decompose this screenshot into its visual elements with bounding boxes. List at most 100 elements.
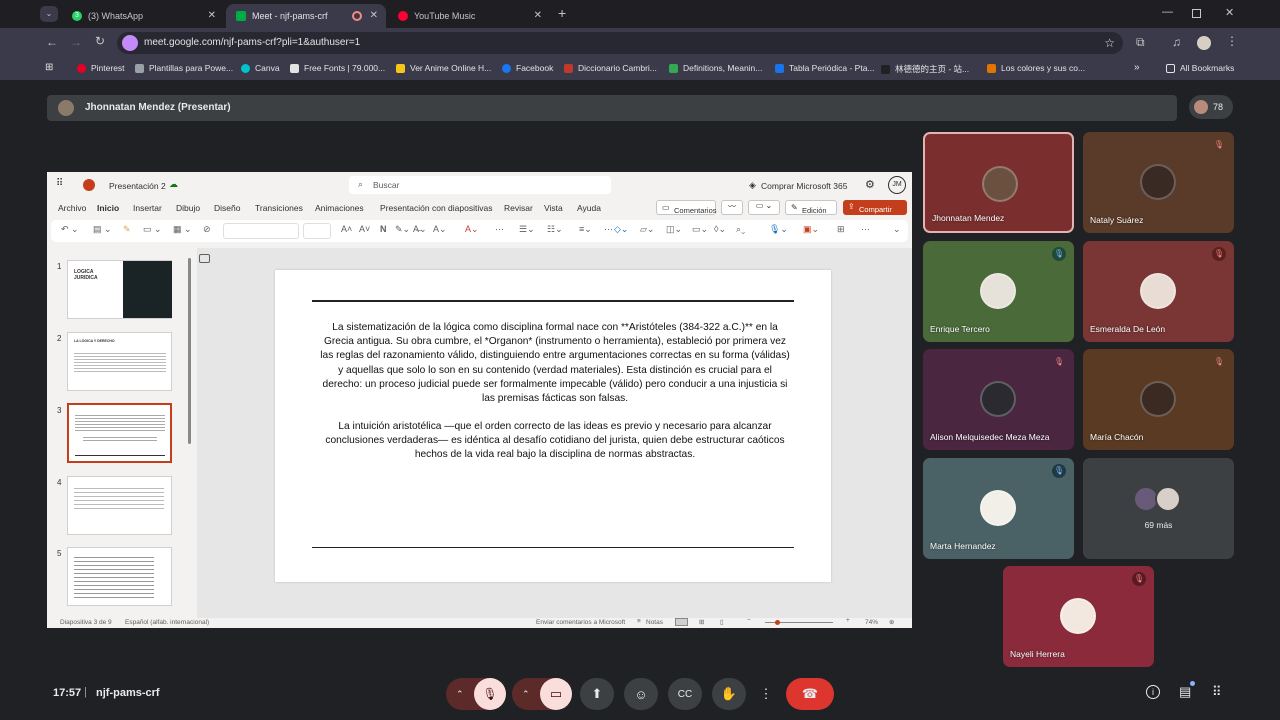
forward-icon[interactable]: → xyxy=(70,35,82,49)
search-input[interactable]: ⌕ Buscar xyxy=(349,176,611,194)
close-tab-icon[interactable]: ✕ xyxy=(370,10,378,21)
show-thumbnails-icon[interactable] xyxy=(199,254,210,263)
zoom-out-icon[interactable]: − xyxy=(747,617,751,624)
media-control-icon[interactable]: ♫ xyxy=(1172,35,1181,49)
chat-icon[interactable]: ▤ xyxy=(1179,684,1191,700)
zoom-level[interactable]: 74% xyxy=(865,619,878,626)
editing-mode-button[interactable]: ✎ Edición xyxy=(785,200,837,215)
close-tab-icon[interactable]: ✕ xyxy=(534,10,542,21)
grow-font-icon[interactable]: A˄ xyxy=(341,224,352,234)
raise-hand-button[interactable]: ✋ xyxy=(712,678,746,710)
bookmark-star-icon[interactable]: ☆ xyxy=(1104,32,1115,54)
current-slide[interactable]: La sistematización de la lógica como dis… xyxy=(275,270,831,582)
more-options-icon[interactable]: ⋯ xyxy=(861,224,870,235)
info-icon[interactable]: i xyxy=(1146,685,1160,699)
feedback-link[interactable]: Enviar comentarios a Microsoft xyxy=(536,619,625,626)
menu-icon[interactable]: ⋮ xyxy=(1226,34,1238,48)
participant-tile[interactable]: 🎙 Marta Hernandez xyxy=(923,458,1074,559)
share-button[interactable]: ⇪ Compartir xyxy=(843,200,907,215)
zoom-in-icon[interactable]: + xyxy=(846,617,850,624)
more-font-icon[interactable]: ⋯ xyxy=(495,224,504,235)
slide-thumbnail-3[interactable] xyxy=(67,403,172,463)
bookmark-cambridge[interactable]: Diccionario Cambri... xyxy=(564,63,657,73)
undo-icon[interactable]: ↶ ⌄ xyxy=(61,224,79,235)
font-color-icon[interactable]: A⌄ xyxy=(465,224,479,235)
shapes-icon[interactable]: ◇⌄ xyxy=(614,224,628,235)
participant-tile[interactable]: 🎙 Nataly Suárez xyxy=(1083,132,1234,233)
slide-thumbnail-4[interactable] xyxy=(67,476,172,535)
more-options-button[interactable]: ⋮ xyxy=(754,678,778,710)
tab-transiciones[interactable]: Transiciones xyxy=(255,203,303,213)
tab-animaciones[interactable]: Animaciones xyxy=(315,203,364,213)
tab-search-button[interactable]: ⌄ xyxy=(40,6,58,22)
site-info-icon[interactable] xyxy=(122,35,138,51)
activities-icon[interactable]: ⠿ xyxy=(1212,684,1222,700)
participant-tile[interactable]: Jhonnatan Mendez xyxy=(923,132,1074,233)
tab-insertar[interactable]: Insertar xyxy=(133,203,162,213)
normal-view-icon[interactable] xyxy=(675,618,688,626)
align-icon[interactable]: ≡⌄ xyxy=(579,224,592,235)
close-window-button[interactable]: ✕ xyxy=(1225,6,1234,19)
strikethrough-icon[interactable]: A̶⌄ xyxy=(413,224,427,235)
slide-paragraph-2[interactable]: La intuición aristotélica —que el orden … xyxy=(317,420,793,463)
leave-call-button[interactable]: ☎ xyxy=(786,678,834,710)
bookmark-canva[interactable]: Canva xyxy=(241,63,280,73)
zoom-slider-thumb[interactable] xyxy=(775,620,780,625)
tab-vista[interactable]: Vista xyxy=(544,203,563,213)
layout-icon[interactable]: ▦ ⌄ xyxy=(173,224,192,235)
bookmark-zhan[interactable]: 林德德的主页 - 站... xyxy=(881,63,969,75)
fill-icon[interactable]: ◫⌄ xyxy=(666,224,682,235)
bullets-icon[interactable]: ☰⌄ xyxy=(519,224,535,235)
effects-icon[interactable]: A⌄ xyxy=(433,224,447,235)
outline-icon[interactable]: ▭⌄ xyxy=(692,224,708,235)
tab-diseno[interactable]: Diseño xyxy=(214,203,240,213)
addins-icon[interactable]: ⊞ xyxy=(837,224,845,235)
settings-icon[interactable]: ⚙ xyxy=(865,178,875,191)
sorter-view-icon[interactable]: ⊞ xyxy=(699,618,704,626)
hide-icon[interactable]: ⊘ xyxy=(203,224,211,235)
bookmark-pinterest[interactable]: Pinterest xyxy=(77,63,125,73)
clipboard-icon[interactable]: ▤ ⌄ xyxy=(93,224,112,235)
zoom-slider[interactable] xyxy=(765,620,833,625)
tab-youtube-music[interactable]: YouTube Music ✕ xyxy=(388,4,550,28)
participant-tile[interactable]: 🎙 Esmeralda De León xyxy=(1083,241,1234,342)
slide-thumbnail-5[interactable] xyxy=(67,547,172,606)
shrink-font-icon[interactable]: A˅ xyxy=(359,224,370,234)
numbering-icon[interactable]: ☷⌄ xyxy=(547,224,563,235)
new-slide-icon[interactable]: ▭ ⌄ xyxy=(143,224,162,235)
participant-tile[interactable]: 🎙 Nayeli Herrera xyxy=(1003,566,1154,667)
bookmark-plantillas[interactable]: Plantillas para Powe... xyxy=(135,63,233,73)
buy-microsoft-365-link[interactable]: Comprar Microsoft 365 xyxy=(761,181,847,191)
bookmark-facebook[interactable]: Facebook xyxy=(502,63,553,73)
tab-whatsapp[interactable]: 3 (3) WhatsApp ✕ xyxy=(62,4,224,28)
profile-avatar[interactable] xyxy=(1197,36,1211,50)
url-input[interactable]: meet.google.com/njf-pams-crf?pli=1&authu… xyxy=(117,32,1123,54)
bookmark-anime[interactable]: Ver Anime Online H... xyxy=(396,63,491,73)
mic-toggle-button[interactable]: 🎙 xyxy=(474,678,506,710)
slide-paragraph-1[interactable]: La sistematización de la lógica como dis… xyxy=(317,321,793,406)
back-icon[interactable]: ← xyxy=(46,35,58,49)
emoji-button[interactable]: ☺ xyxy=(624,678,658,710)
bookmark-free-fonts[interactable]: Free Fonts | 79.000... xyxy=(290,63,385,73)
close-tab-icon[interactable]: ✕ xyxy=(208,10,216,21)
catch-up-button[interactable]: 〰 xyxy=(721,200,743,215)
tab-meet[interactable]: Meet - njf-pams-crf ✕ xyxy=(226,4,386,28)
find-icon[interactable]: ⌕⌄ xyxy=(736,224,745,235)
tab-ayuda[interactable]: Ayuda xyxy=(577,203,601,213)
app-launcher-icon[interactable]: ⠿ xyxy=(56,178,63,189)
extensions-icon[interactable]: ⧉ xyxy=(1136,35,1145,50)
arrange-icon[interactable]: ▱⌄ xyxy=(640,224,654,235)
notes-button[interactable]: Notas xyxy=(646,619,663,626)
apps-grid-icon[interactable]: ⊞ xyxy=(45,62,53,73)
participant-tile[interactable]: 🎙 Enrique Tercero xyxy=(923,241,1074,342)
notes-icon[interactable]: ≡ xyxy=(637,618,641,625)
reload-icon[interactable]: ↻ xyxy=(95,34,105,48)
tab-dibujo[interactable]: Dibujo xyxy=(176,203,200,213)
thumbnail-scrollbar[interactable] xyxy=(188,258,191,444)
font-size-select[interactable] xyxy=(303,223,331,239)
more-participants-tile[interactable]: 69 más xyxy=(1083,458,1234,559)
minimize-button[interactable]: — xyxy=(1162,6,1173,18)
bookmark-tabla-periodica[interactable]: Tabla Periódica - Pta... xyxy=(775,63,875,73)
user-avatar[interactable]: JM xyxy=(888,176,906,194)
language-status[interactable]: Español (alfab. internacional) xyxy=(125,619,209,626)
